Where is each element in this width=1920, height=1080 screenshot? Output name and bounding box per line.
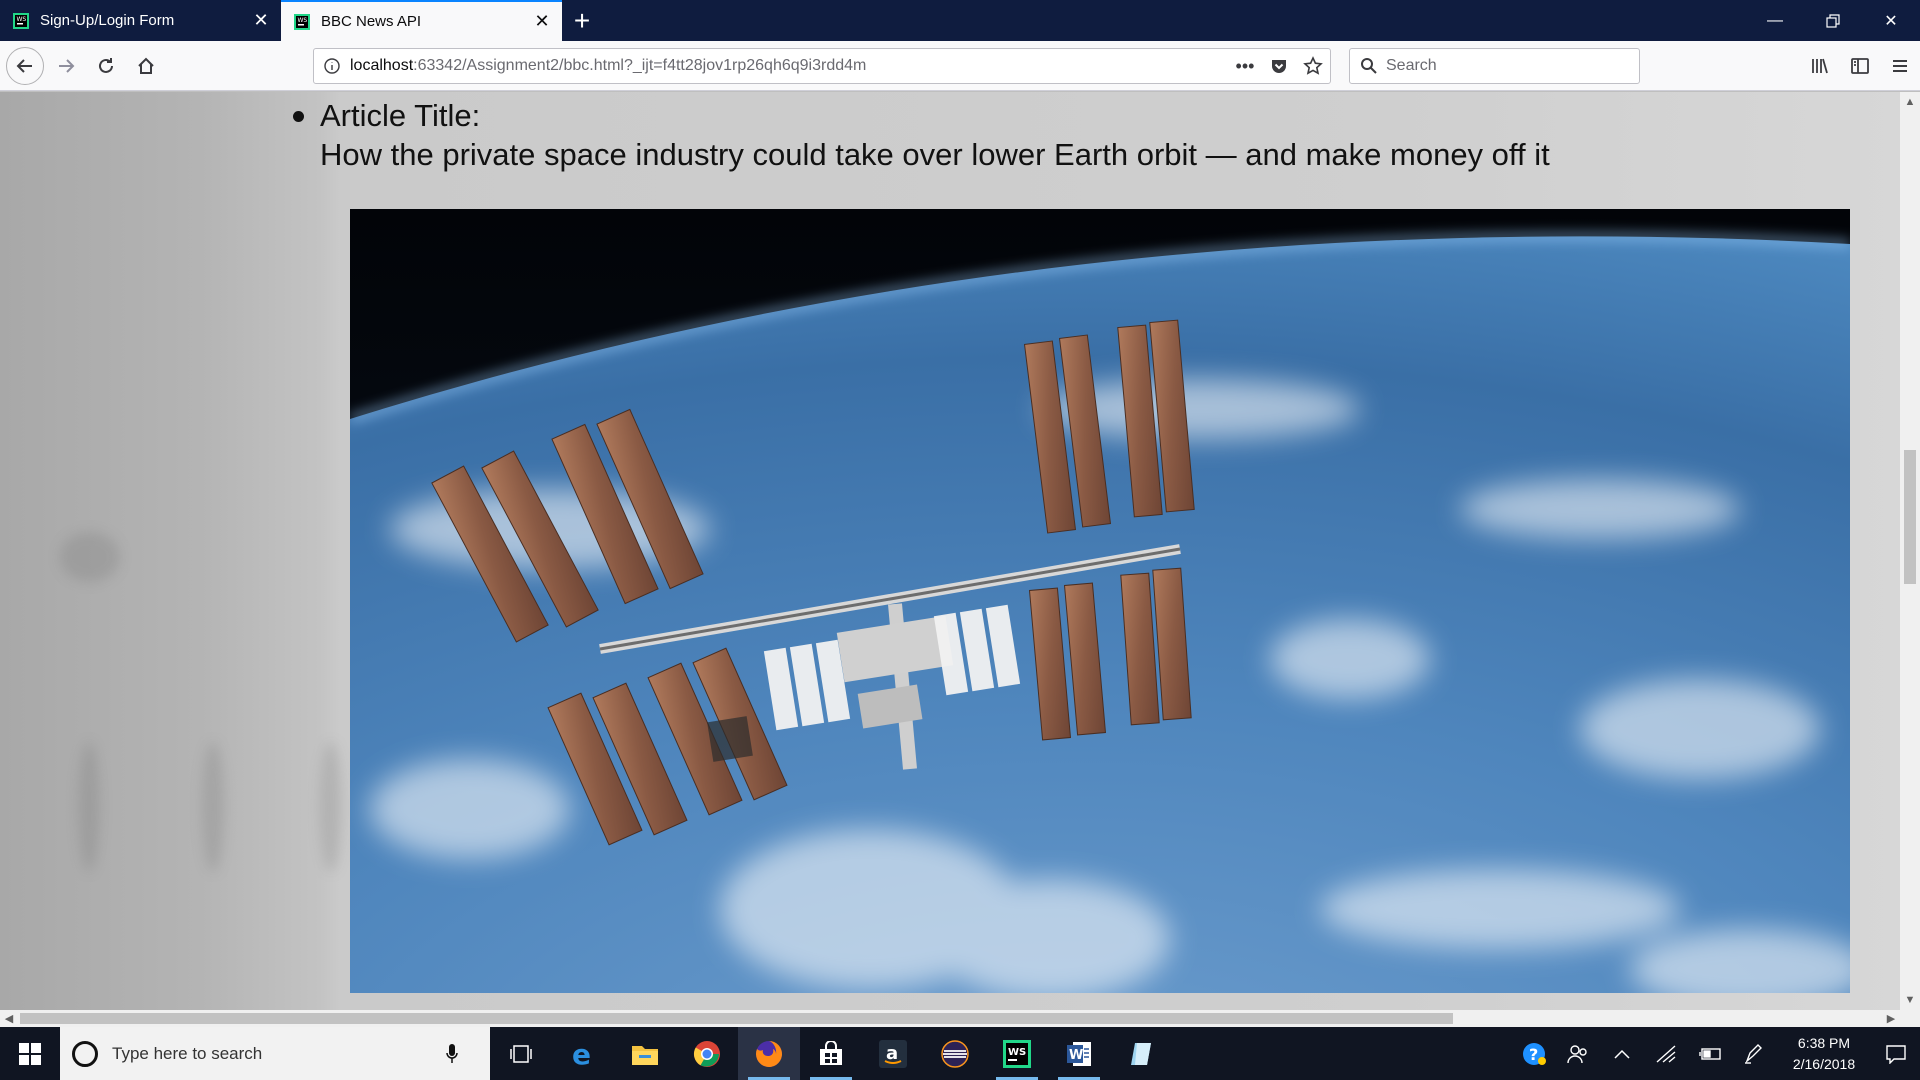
close-tab-icon[interactable]: ✕ — [532, 11, 552, 32]
url-text[interactable]: localhost:63342/Assignment2/bbc.html?_ij… — [350, 57, 1228, 75]
new-tab-button[interactable]: + — [562, 0, 602, 41]
sidebar-icon[interactable] — [1840, 48, 1880, 84]
horizontal-scroll-thumb[interactable] — [20, 1013, 1453, 1024]
svg-text:WS: WS — [1008, 1047, 1026, 1058]
toolbar-right — [1800, 48, 1920, 84]
background-blur — [202, 742, 224, 872]
close-tab-icon[interactable]: ✕ — [251, 10, 271, 31]
forward-button[interactable] — [48, 48, 84, 84]
close-window-icon[interactable]: ✕ — [1862, 0, 1920, 41]
horizontal-scrollbar[interactable]: ◀ ▶ — [0, 1010, 1900, 1027]
background-blur — [60, 532, 120, 582]
svg-text:WS: WS — [298, 17, 308, 24]
scroll-down-icon[interactable]: ▼ — [1900, 990, 1920, 1010]
back-button[interactable] — [6, 46, 44, 85]
article-title: How the private space industry could tak… — [320, 137, 1550, 172]
menu-icon[interactable] — [1880, 48, 1920, 84]
show-hidden-icons-chevron-icon[interactable] — [1600, 1027, 1644, 1080]
home-icon — [138, 57, 154, 74]
pocket-icon[interactable] — [1262, 57, 1296, 75]
start-button[interactable] — [0, 1027, 60, 1080]
tab-bbc-news-api[interactable]: WS BBC News API ✕ — [281, 0, 562, 41]
reload-button[interactable] — [88, 48, 124, 84]
reload-icon — [99, 57, 113, 73]
svg-text:W: W — [1069, 1048, 1083, 1063]
article-item: Article Title: How the private space ind… — [293, 96, 1550, 174]
bookmark-star-icon[interactable] — [1296, 56, 1330, 76]
taskbar-search-input[interactable] — [112, 1043, 442, 1064]
svg-text:?: ? — [1529, 1045, 1538, 1064]
webstorm-favicon-icon: WS — [12, 12, 30, 30]
scrollbar-corner — [1900, 1010, 1920, 1027]
article-list: Article Title: How the private space ind… — [293, 96, 1550, 174]
article-title-label: Article Title: — [320, 98, 481, 133]
system-clock[interactable]: 6:38 PM 2/16/2018 — [1776, 1033, 1872, 1075]
cortana-icon — [72, 1040, 98, 1067]
page-viewport: Article Title: How the private space ind… — [0, 92, 1900, 1010]
svg-text:e: e — [572, 1040, 591, 1068]
pen-icon[interactable] — [1732, 1027, 1776, 1080]
clock-date: 2/16/2018 — [1792, 1055, 1856, 1072]
tab-title: Sign-Up/Login Form — [40, 12, 175, 29]
background-blur — [320, 742, 342, 872]
tab-signup-login[interactable]: WS Sign-Up/Login Form ✕ — [0, 0, 281, 41]
search-icon — [1361, 58, 1377, 74]
navigation-toolbar: localhost:63342/Assignment2/bbc.html?_ij… — [0, 41, 1920, 91]
library-icon[interactable] — [1800, 48, 1840, 84]
tab-title: BBC News API — [321, 13, 422, 30]
file-explorer-icon[interactable] — [614, 1027, 676, 1080]
scroll-up-icon[interactable]: ▲ — [1900, 92, 1920, 112]
help-icon[interactable]: ? — [1512, 1027, 1556, 1080]
svg-text:WS: WS — [17, 16, 27, 23]
action-center-icon[interactable] — [1872, 1027, 1920, 1080]
search-bar[interactable] — [1349, 48, 1640, 84]
window-controls: — ✕ — [1746, 0, 1920, 41]
wifi-icon[interactable] — [1644, 1027, 1688, 1080]
url-bar[interactable]: localhost:63342/Assignment2/bbc.html?_ij… — [313, 48, 1331, 84]
restore-icon[interactable] — [1804, 0, 1862, 41]
taskbar-search[interactable] — [60, 1027, 490, 1080]
scroll-left-icon[interactable]: ◀ — [0, 1010, 18, 1027]
webstorm-favicon-icon: WS — [293, 13, 311, 31]
amazon-icon[interactable]: a — [862, 1027, 924, 1080]
vertical-scrollbar[interactable]: ▲ ▼ — [1900, 92, 1920, 1010]
people-icon[interactable] — [1556, 1027, 1600, 1080]
edge-icon[interactable]: e — [552, 1027, 614, 1080]
word-icon[interactable]: W — [1048, 1027, 1110, 1080]
background-blur — [78, 742, 100, 872]
windows-logo-icon — [19, 1042, 41, 1065]
back-arrow-icon — [16, 58, 32, 73]
vertical-scroll-thumb[interactable] — [1904, 450, 1916, 584]
scroll-right-icon[interactable]: ▶ — [1882, 1010, 1900, 1027]
battery-icon[interactable] — [1688, 1027, 1732, 1080]
forward-arrow-icon — [59, 58, 75, 73]
article-image — [350, 209, 1850, 993]
list-bullet — [293, 111, 304, 122]
microphone-icon[interactable] — [442, 1043, 462, 1064]
system-tray: ? 6:38 PM 2/16/2018 — [1512, 1027, 1920, 1080]
eclipse-icon[interactable] — [924, 1027, 986, 1080]
firefox-icon[interactable] — [738, 1027, 800, 1080]
webstorm-icon[interactable]: WS — [986, 1027, 1048, 1080]
url-host: localhost — [350, 57, 414, 74]
tab-strip: WS Sign-Up/Login Form ✕ WS BBC News API … — [0, 0, 1920, 41]
search-input[interactable] — [1386, 57, 1626, 75]
store-icon[interactable] — [800, 1027, 862, 1080]
chrome-icon[interactable] — [676, 1027, 738, 1080]
notepad-icon[interactable] — [1110, 1027, 1172, 1080]
url-path: :63342/Assignment2/bbc.html?_ijt=f4tt28j… — [413, 57, 867, 74]
svg-text:a: a — [886, 1043, 898, 1064]
site-info-icon[interactable] — [314, 58, 350, 74]
minimize-icon[interactable]: — — [1746, 0, 1804, 41]
taskbar: e a WS W ? — [0, 1027, 1920, 1080]
home-button[interactable] — [128, 48, 164, 84]
task-view-icon[interactable] — [490, 1027, 552, 1080]
page-actions-icon[interactable]: ••• — [1228, 56, 1262, 77]
clock-time: 6:38 PM — [1797, 1034, 1851, 1051]
